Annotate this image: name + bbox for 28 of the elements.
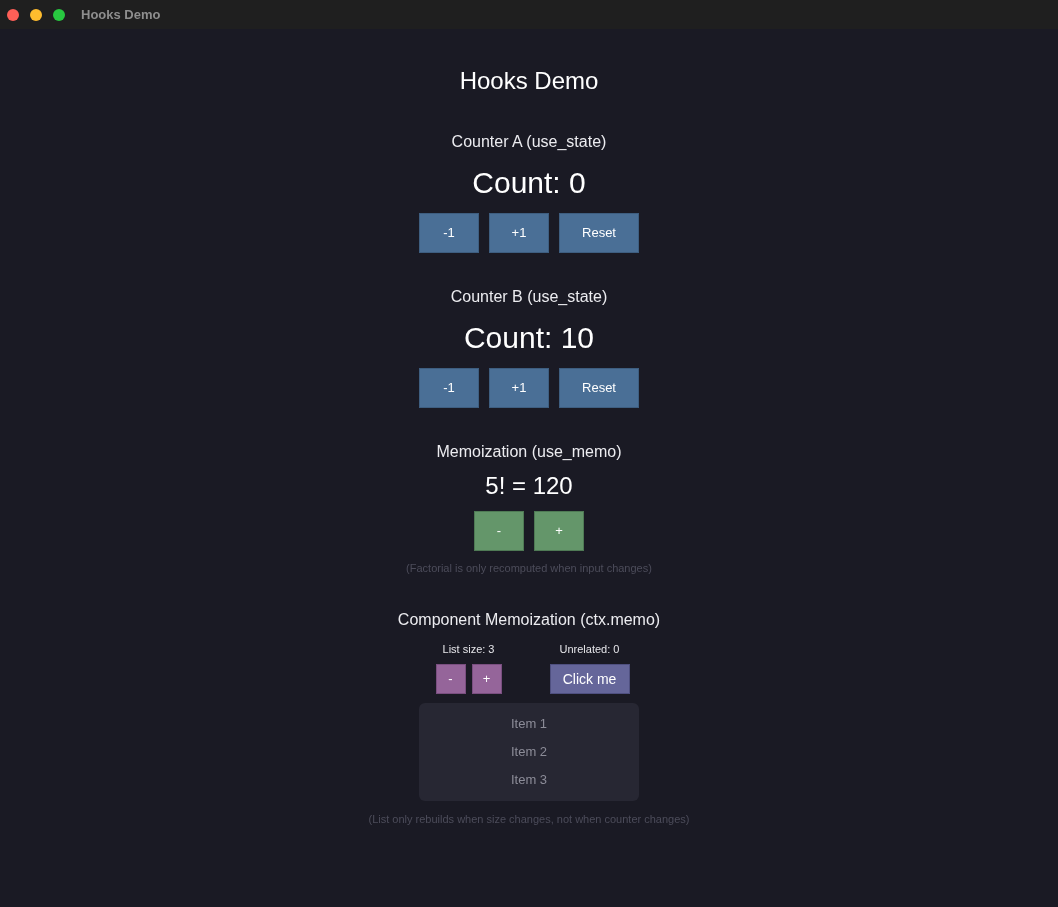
list-item: Item 3 (510, 771, 548, 789)
increment-button[interactable]: +1 (489, 213, 549, 253)
minimize-icon[interactable] (30, 8, 42, 21)
section-title: Counter B (use_state) (450, 287, 608, 307)
unrelated-label: Unrelated: 0 (559, 642, 620, 657)
reset-button[interactable]: Reset (559, 213, 639, 253)
window-title: Hooks Demo (81, 5, 161, 24)
section-title: Memoization (use_memo) (436, 442, 622, 462)
factorial-result: 5! = 120 (485, 471, 573, 501)
increment-button[interactable]: + (471, 664, 502, 694)
increment-button[interactable]: + (534, 511, 584, 551)
count-display: Count: 0 (472, 165, 586, 201)
decrement-button[interactable]: - (474, 511, 524, 551)
decrement-button[interactable]: -1 (419, 368, 479, 408)
close-icon[interactable] (7, 8, 19, 21)
increment-button[interactable]: +1 (489, 368, 549, 408)
section-title: Component Memoization (ctx.memo) (397, 610, 661, 630)
click-me-button[interactable]: Click me (549, 664, 630, 694)
decrement-button[interactable]: - (435, 664, 466, 694)
page-heading: Hooks Demo (459, 66, 599, 96)
count-display: Count: 10 (463, 320, 595, 356)
list-size-label: List size: 3 (442, 642, 495, 657)
maximize-icon[interactable] (53, 8, 65, 21)
section-title: Counter A (use_state) (451, 132, 607, 152)
decrement-button[interactable]: -1 (419, 213, 479, 253)
list-item: Item 2 (510, 743, 548, 761)
list-item: Item 1 (510, 715, 548, 733)
reset-button[interactable]: Reset (559, 368, 639, 408)
